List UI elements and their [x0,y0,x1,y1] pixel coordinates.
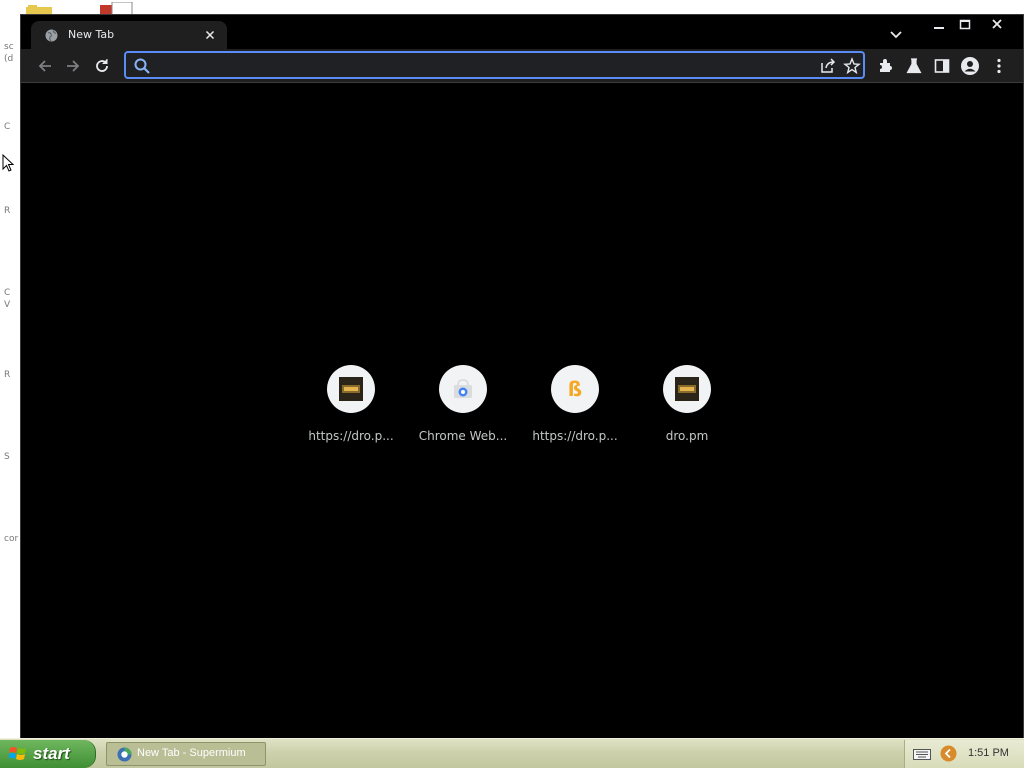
start-button[interactable]: start [0,740,96,768]
shortcut-tile[interactable]: https://dro.p... [295,365,407,455]
shortcut-icon-circle: ß [551,365,599,413]
window-close-icon[interactable] [983,17,1011,33]
dro-pm-favicon-icon [675,377,699,401]
taskbar-item-supermium[interactable]: New Tab - Supermium [106,742,266,766]
shortcut-icon-circle [663,365,711,413]
share-icon[interactable] [819,57,837,75]
address-bar[interactable] [124,51,865,79]
shortcut-label: dro.pm [665,429,709,443]
desktop-label-fragment: R [4,206,11,216]
menu-kebab-icon[interactable] [989,56,1009,76]
mouse-cursor-icon [2,153,15,172]
dro-pm-favicon-icon [339,377,363,401]
shortcut-tile[interactable]: Chrome Web... [407,365,519,455]
profile-avatar-icon[interactable] [960,56,980,76]
browser-window: New Tab https://dro.p... Chrome Web... ß… [20,14,1024,738]
clock: 1:51 PM [968,747,1009,759]
supermium-browser-icon [117,747,132,762]
back-arrow-icon[interactable] [35,56,55,76]
chevron-down-icon[interactable] [887,27,905,43]
desktop-label-fragment: V [4,300,11,310]
bitcoin-icon: ß [563,377,587,401]
desktop-label-fragment: sc [4,42,14,52]
tab-title: New Tab [68,28,115,41]
start-label: start [33,744,70,763]
shortcut-label: https://dro.p... [532,429,618,443]
shortcut-label: Chrome Web... [418,429,508,443]
close-icon[interactable] [203,28,217,42]
system-tray: 1:51 PM [904,740,1024,768]
globe-icon [45,29,58,42]
shortcut-icon-circle [439,365,487,413]
show-hidden-icons-icon[interactable] [940,745,957,762]
address-input[interactable] [156,56,796,74]
search-icon [133,57,151,75]
taskbar: start New Tab - Supermium 1:51 PM [0,738,1024,768]
side-panel-icon[interactable] [932,56,952,76]
shortcut-tile[interactable]: dro.pm [631,365,743,455]
desktop-label-fragment: cor [4,534,19,544]
maximize-icon[interactable] [951,17,979,33]
desktop-label-fragment: C [4,288,11,298]
shortcut-tile[interactable]: ß https://dro.p... [519,365,631,455]
keyboard-icon[interactable] [913,747,931,761]
desktop-label-fragment: C [4,122,11,132]
minimize-icon[interactable] [925,17,953,33]
forward-arrow-icon[interactable] [63,56,83,76]
taskbar-item-label: New Tab - Supermium [137,747,246,759]
labs-flask-icon[interactable] [904,56,924,76]
new-tab-page: https://dro.p... Chrome Web... ß https:/… [21,83,1023,738]
extensions-puzzle-icon[interactable] [876,56,896,76]
shortcut-icon-circle [327,365,375,413]
bookmark-star-icon[interactable] [843,57,861,75]
chrome-web-store-icon [451,377,475,401]
title-bar: New Tab [21,15,1023,49]
reload-icon[interactable] [92,56,112,76]
toolbar [21,49,1023,83]
svg-text:ß: ß [568,377,582,401]
desktop-label-fragment: (d [4,54,14,64]
shortcut-label: https://dro.p... [308,429,394,443]
tab-new-tab[interactable]: New Tab [31,21,227,49]
windows-flag-icon [8,746,27,762]
desktop-label-fragment: R [4,370,11,380]
desktop-label-fragment: S [4,452,10,462]
